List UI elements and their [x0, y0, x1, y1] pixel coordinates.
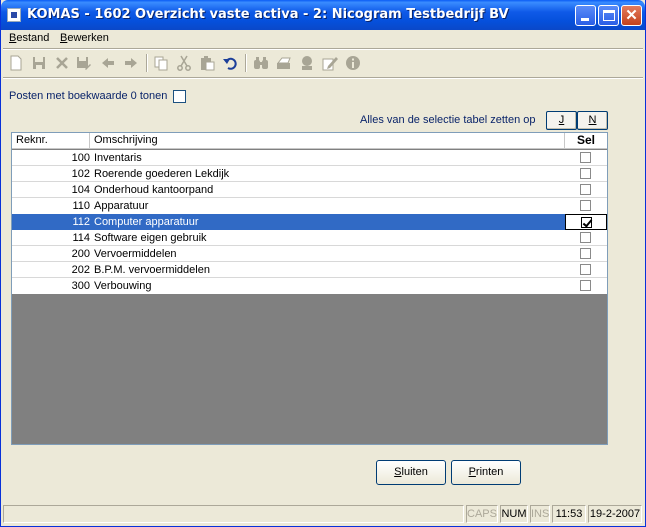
cut-icon[interactable] — [175, 54, 193, 72]
row-select-checkbox[interactable] — [580, 264, 591, 275]
row-select-cell[interactable] — [565, 150, 607, 166]
status-bar: CAPS NUM INS 11:53 19-2-2007 — [1, 503, 645, 525]
table-row[interactable]: 200 Vervoermiddelen — [12, 246, 607, 262]
binoculars-icon[interactable] — [252, 54, 270, 72]
row-select-cell[interactable] — [565, 214, 607, 230]
row-description: Roerende goederen Lekdijk — [94, 168, 230, 180]
toolbar — [1, 50, 645, 76]
row-select-checkbox[interactable] — [580, 248, 591, 259]
zero-value-checkbox[interactable] — [173, 90, 186, 103]
menu-bestand[interactable]: Bestand — [9, 32, 49, 44]
row-account-number: 104 — [71, 184, 90, 196]
menu-bar: Bestand Bewerken — [1, 30, 645, 48]
table-row[interactable]: 104 Onderhoud kantoorpand — [12, 182, 607, 198]
row-select-checkbox[interactable] — [580, 232, 591, 243]
row-select-cell[interactable] — [565, 182, 607, 198]
grid-header: Reknr. Omschrijving Sel — [12, 133, 607, 149]
new-icon[interactable] — [7, 54, 25, 72]
row-account-number: 112 — [72, 216, 90, 228]
row-description: Inventaris — [94, 152, 142, 164]
row-description: Verbouwing — [94, 280, 152, 292]
row-select-cell[interactable] — [565, 246, 607, 262]
window-title: KOMAS - 1602 Overzicht vaste activa - 2:… — [27, 7, 509, 22]
row-account-number: 100 — [71, 152, 90, 164]
print-action-button[interactable]: Printen — [451, 460, 521, 485]
row-account-number: 202 — [71, 264, 90, 276]
status-message — [3, 505, 464, 523]
status-date: 19-2-2007 — [588, 505, 642, 523]
table-row[interactable]: 114 Software eigen gebruik — [12, 230, 607, 246]
forward-arrow-icon[interactable] — [122, 54, 140, 72]
status-caps: CAPS — [466, 505, 498, 523]
row-description: Computer apparatuur — [94, 216, 199, 228]
save-as-icon[interactable] — [75, 54, 93, 72]
close-button[interactable]: ✕ — [621, 5, 642, 26]
app-icon[interactable] — [7, 8, 21, 22]
status-num: NUM — [500, 505, 528, 523]
maximize-button[interactable] — [598, 5, 619, 26]
minimize-button[interactable] — [575, 5, 596, 26]
row-select-checkbox[interactable] — [580, 168, 591, 179]
print-action-rest: rinten — [475, 466, 504, 478]
row-description: Software eigen gebruik — [94, 232, 207, 244]
toolbar-separator — [146, 54, 148, 72]
status-time: 11:53 — [552, 505, 586, 523]
close-icon: ✕ — [625, 7, 638, 24]
table-row[interactable]: 110 Apparatuur — [12, 198, 607, 214]
table-row[interactable]: 202 B.P.M. vervoermiddelen — [12, 262, 607, 278]
row-select-cell[interactable] — [565, 166, 607, 182]
column-header-omschrijving[interactable]: Omschrijving — [90, 133, 565, 148]
row-select-cell[interactable] — [565, 262, 607, 278]
print-icon[interactable] — [275, 54, 293, 72]
row-select-cell[interactable] — [565, 278, 607, 294]
zero-value-label: Posten met boekwaarde 0 tonen — [9, 90, 168, 102]
maximize-icon — [603, 10, 615, 21]
status-ins: INS — [530, 505, 550, 523]
column-header-reknr[interactable]: Reknr. — [12, 133, 90, 148]
row-description: Onderhoud kantoorpand — [94, 184, 214, 196]
close-action-rest: luiten — [401, 466, 428, 478]
table-row[interactable]: 300 Verbouwing — [12, 278, 607, 294]
row-account-number: 114 — [72, 232, 90, 244]
undo-icon[interactable] — [221, 54, 239, 72]
row-select-checkbox[interactable] — [580, 152, 591, 163]
row-select-cell[interactable] — [565, 230, 607, 246]
copy-icon[interactable] — [152, 54, 170, 72]
table-row[interactable]: 100 Inventaris — [12, 150, 607, 166]
toolbar-separator — [245, 54, 247, 72]
app-window: KOMAS - 1602 Overzicht vaste activa - 2:… — [0, 0, 646, 527]
info-icon[interactable] — [344, 54, 362, 72]
toolbar-bottom-separator — [3, 77, 643, 79]
back-arrow-icon[interactable] — [99, 54, 117, 72]
menu-bewerken[interactable]: Bewerken — [60, 32, 109, 44]
accounts-grid: Reknr. Omschrijving Sel 100 Inventaris 102… — [11, 132, 608, 445]
save-icon[interactable] — [30, 54, 48, 72]
title-bar[interactable]: KOMAS - 1602 Overzicht vaste activa - 2:… — [1, 0, 645, 30]
row-select-checkbox[interactable] — [580, 280, 591, 291]
row-description: B.P.M. vervoermiddelen — [94, 264, 210, 276]
row-select-checkbox[interactable] — [580, 200, 591, 211]
delete-icon[interactable] — [53, 54, 71, 72]
paste-icon[interactable] — [198, 54, 216, 72]
row-select-checkbox[interactable] — [581, 217, 592, 228]
row-description: Vervoermiddelen — [94, 248, 177, 260]
row-description: Apparatuur — [94, 200, 149, 212]
row-account-number: 110 — [72, 200, 90, 212]
row-select-checkbox[interactable] — [580, 184, 591, 195]
stamp-icon[interactable] — [298, 54, 316, 72]
select-all-yes-button[interactable]: J — [546, 111, 577, 130]
table-row[interactable]: 102 Roerende goederen Lekdijk — [12, 166, 607, 182]
edit-icon[interactable] — [321, 54, 339, 72]
row-account-number: 300 — [71, 280, 90, 292]
close-action-button[interactable]: Sluiten — [376, 460, 446, 485]
minimize-icon — [581, 18, 589, 21]
row-account-number: 102 — [71, 168, 90, 180]
select-all-label: Alles van de selectie tabel zetten op — [360, 114, 536, 126]
select-all-no-button[interactable]: N — [577, 111, 608, 130]
row-select-cell[interactable] — [565, 198, 607, 214]
table-row[interactable]: 112 Computer apparatuur — [12, 214, 607, 230]
column-header-sel[interactable]: Sel — [565, 133, 607, 148]
row-account-number: 200 — [71, 248, 90, 260]
